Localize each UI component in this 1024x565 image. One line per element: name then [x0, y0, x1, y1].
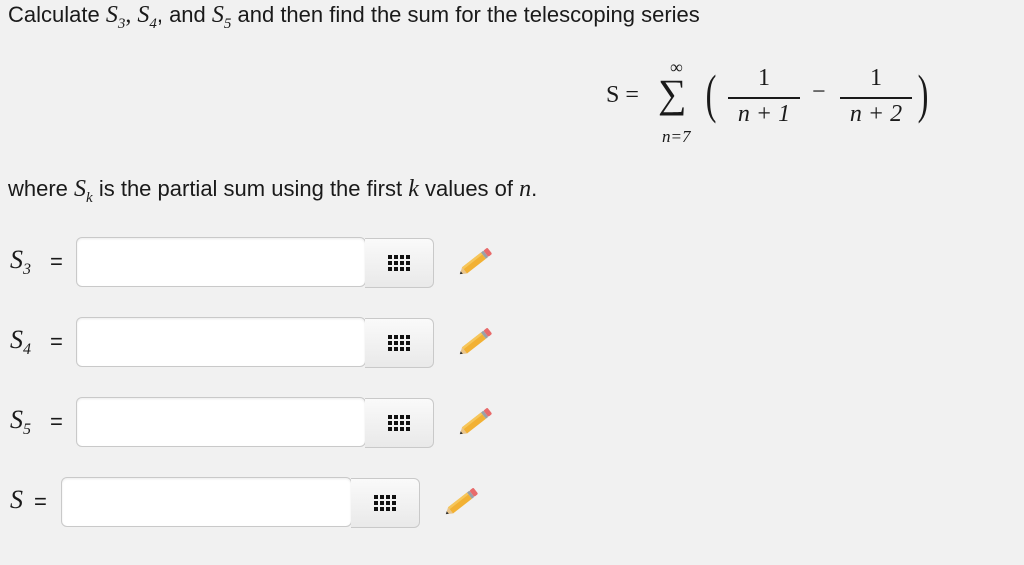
right-paren: )	[917, 64, 929, 124]
formula-lhs: S =	[606, 82, 639, 108]
keypad-button-s[interactable]	[351, 478, 420, 528]
fraction-1-numerator: 1	[758, 65, 770, 91]
s4-symbol: S4	[137, 2, 157, 32]
answer-input-s4[interactable]	[76, 317, 366, 367]
keypad-button-s5[interactable]	[365, 398, 434, 448]
where-text: where Sk is the partial sum using the fi…	[8, 176, 538, 206]
question-comma-1: ,	[125, 2, 138, 28]
answer-label-s4: S4	[10, 325, 31, 359]
equals-sign: =	[34, 489, 47, 514]
question-suffix: and then find the sum for the telescopin…	[231, 2, 700, 27]
keypad-icon	[388, 255, 410, 271]
sum-lower-limit: n=7	[662, 127, 691, 146]
n-symbol: n	[519, 176, 532, 202]
answer-input-s3[interactable]	[76, 237, 366, 287]
answer-label-s3: S3	[10, 245, 31, 279]
sk-symbol: Sk	[74, 176, 93, 206]
fraction-2-denominator: n + 2	[849, 100, 903, 127]
keypad-icon	[388, 415, 410, 431]
equals-sign: =	[50, 409, 63, 434]
keypad-icon	[374, 495, 396, 511]
answer-label-s5: S5	[10, 405, 31, 439]
minus-sign: −	[812, 79, 826, 105]
fraction-2: 1 n + 2	[836, 65, 916, 128]
s3-symbol: S3	[105, 2, 126, 32]
fraction-2-numerator: 1	[870, 65, 882, 91]
fraction-1: 1 n + 1	[724, 65, 804, 128]
fraction-1-denominator: n + 1	[737, 100, 791, 127]
fraction-2-bar	[840, 97, 912, 99]
series-formula: S = ∞ ∑ n=7 ( 1 n + 1 − 1 n + 2 )	[600, 55, 940, 155]
pencil-icon[interactable]	[450, 241, 498, 285]
answer-row-s5: S5 =	[0, 397, 520, 449]
keypad-button-s4[interactable]	[365, 318, 434, 368]
keypad-icon	[388, 335, 410, 351]
sigma-symbol: ∑	[658, 71, 687, 116]
answer-row-s4: S4 =	[0, 317, 520, 369]
equals-sign: =	[50, 329, 63, 354]
answer-row-s3: S3 =	[0, 237, 520, 289]
answer-input-s5[interactable]	[76, 397, 366, 447]
question-comma-2: , and	[156, 2, 212, 27]
keypad-button-s3[interactable]	[365, 238, 434, 288]
question-prefix: Calculate	[8, 2, 106, 27]
answer-input-s[interactable]	[61, 477, 352, 527]
fraction-1-bar	[728, 97, 800, 99]
pencil-icon[interactable]	[450, 401, 498, 445]
pencil-icon[interactable]	[450, 321, 498, 365]
s5-symbol: S5	[211, 2, 232, 32]
left-paren: (	[705, 64, 717, 124]
answer-label-s: S	[10, 485, 23, 514]
pencil-icon[interactable]	[436, 481, 484, 525]
k-symbol: k	[408, 176, 419, 202]
equals-sign: =	[50, 249, 63, 274]
question-text: Calculate S3, S4, and S5 and then find t…	[8, 2, 700, 33]
answer-row-s: S =	[0, 477, 520, 529]
